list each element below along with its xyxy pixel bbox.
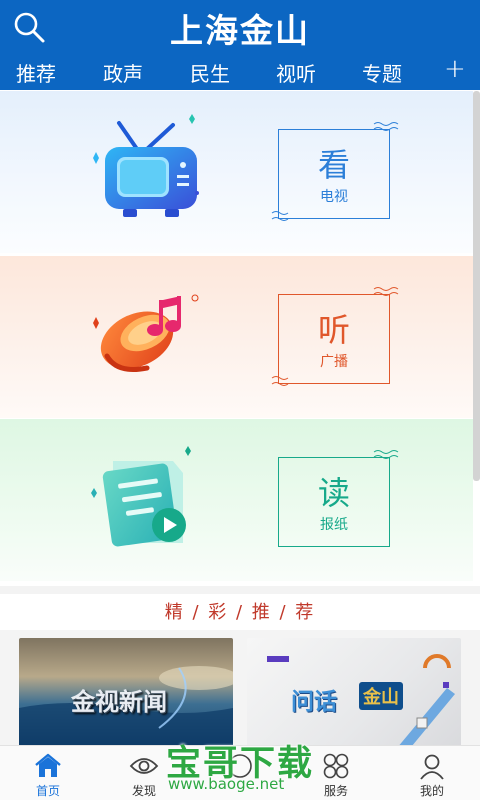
nav-home-label: 首页	[35, 784, 60, 798]
section-listen-radio[interactable]: 听 广播	[0, 256, 473, 418]
tab-livelihood[interactable]: 民生	[190, 58, 230, 87]
channel-tabs: 推荐 政声 民生 视听 专题 +	[0, 54, 480, 93]
nav-home[interactable]: 首页	[0, 746, 96, 800]
user-icon	[420, 754, 444, 780]
watch-tv-box: 看 电视	[278, 129, 390, 219]
wave-decoration-icon	[373, 122, 399, 131]
nav-profile-label: 我的	[419, 784, 444, 798]
section-divider	[0, 586, 480, 594]
scrollbar[interactable]	[473, 91, 480, 481]
read-label: 读	[317, 474, 350, 512]
tab-topics[interactable]: 专题	[362, 58, 402, 87]
wave-decoration-icon	[373, 287, 399, 296]
wave-decoration-icon	[271, 376, 289, 386]
app-root: 上海金山 推荐 政声 民生 视听 专题 + 看 电视 听 广播 读 报纸 精 /…	[0, 0, 480, 800]
wave-decoration-icon	[271, 211, 289, 221]
app-title: 上海金山	[170, 11, 310, 50]
talk-card-badge: 金山	[359, 682, 403, 710]
add-tab-button[interactable]: +	[444, 54, 466, 84]
watermark: 宝哥下载 www.baoge.net	[158, 735, 328, 795]
radio-speaker-icon	[93, 294, 199, 372]
recommend-cards: 金视新闻 问话 金山	[0, 630, 480, 748]
header-bar: 上海金山 推荐 政声 民生 视听 专题 +	[0, 0, 480, 93]
watermark-url: www.baoge.net	[168, 775, 285, 793]
tv-icon	[93, 114, 199, 217]
recommend-title: 精 / 彩 / 推 / 荐	[164, 602, 316, 623]
talk-card-image	[267, 654, 455, 748]
wave-decoration-icon	[373, 450, 399, 459]
eye-icon	[129, 758, 159, 774]
recommend-card-news[interactable]: 金视新闻	[19, 638, 233, 748]
read-newspaper-box: 读 报纸	[278, 457, 390, 547]
talk-card-title: 问话	[291, 689, 337, 715]
tab-audiovisual[interactable]: 视听	[276, 58, 316, 93]
news-card-title: 金视新闻	[71, 688, 167, 716]
section-read-newspaper[interactable]: 读 报纸	[0, 419, 473, 581]
section-watch-tv[interactable]: 看 电视	[0, 91, 473, 253]
home-icon	[35, 753, 61, 777]
watch-label: 看	[317, 146, 350, 184]
tab-recommend[interactable]: 推荐	[16, 58, 56, 87]
newspaper-icon	[91, 446, 191, 547]
recommend-card-talk[interactable]: 问话 金山	[247, 638, 461, 748]
tab-politics[interactable]: 政声	[103, 58, 143, 87]
tv-label: 电视	[320, 189, 348, 205]
radio-label: 广播	[320, 354, 348, 370]
newspaper-label: 报纸	[320, 517, 348, 533]
nav-profile[interactable]: 我的	[384, 746, 480, 800]
listen-label: 听	[317, 311, 350, 349]
listen-radio-box: 听 广播	[278, 294, 390, 384]
